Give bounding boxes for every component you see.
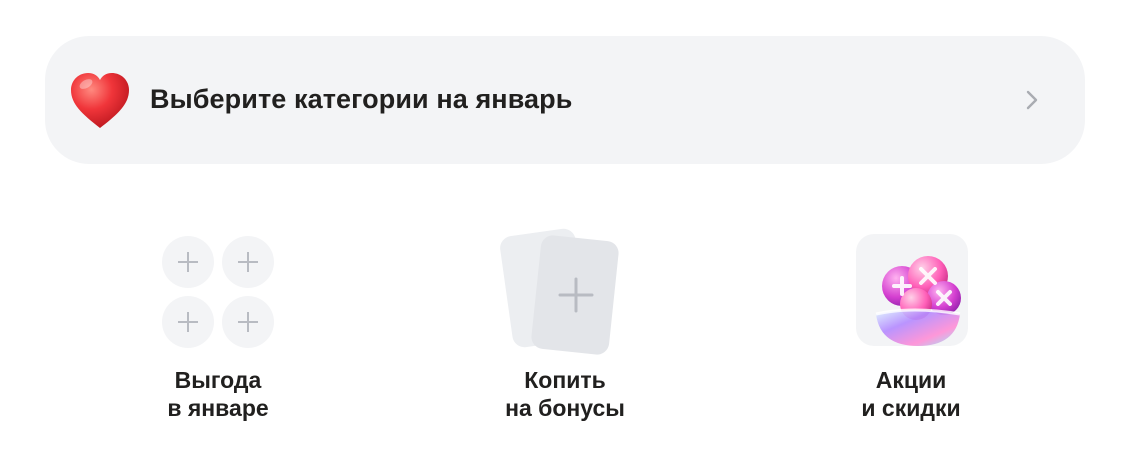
plus-icon [162,296,214,348]
tile-label: Выгода в январе [108,366,328,422]
banner-title: Выберите категории на январь [150,84,573,114]
plus-icon [162,236,214,288]
tile-label-line2: в январе [167,395,269,421]
add-card-icon [500,228,619,355]
tile-label: Копить на бонусы [455,366,675,422]
plus-icon [222,236,274,288]
plus-grid-icon [162,236,274,348]
chevron-right-icon[interactable] [1022,88,1042,112]
plus-icon [222,296,274,348]
tile-label-line1: Копить [524,367,606,393]
tile-save-bonuses[interactable]: Копить на бонусы [455,220,675,430]
tile-label-line1: Акции [875,367,947,393]
tile-label: Акции и скидки [801,366,1021,422]
tile-label-line2: на бонусы [505,395,625,421]
tile-label-line1: Выгода [174,367,262,393]
heart-icon [71,73,129,128]
tile-promotions-discounts[interactable]: Акции и скидки [801,230,1021,430]
tile-benefit-january[interactable]: Выгода в январе [108,230,328,430]
candy-bowl-icon [856,234,968,346]
tile-label-line2: и скидки [861,395,961,421]
